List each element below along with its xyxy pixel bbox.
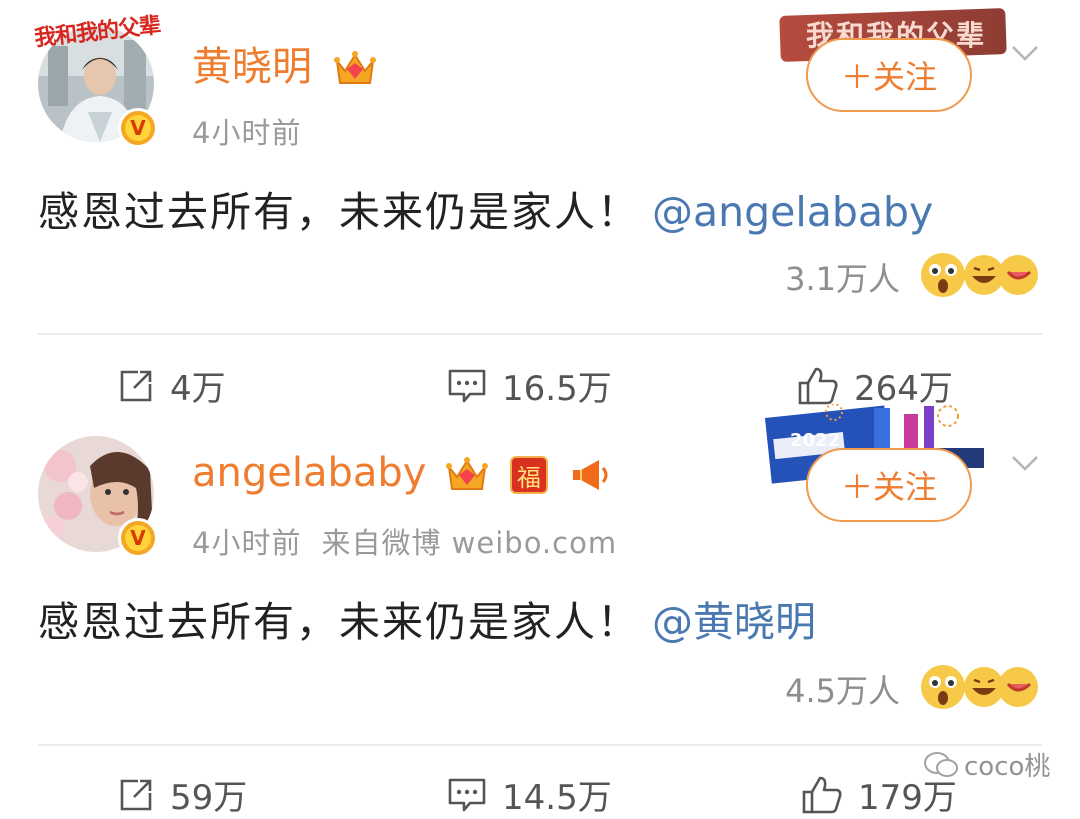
repost-button[interactable]: 4万 <box>116 361 226 410</box>
mention-link[interactable]: @黄晓明 <box>652 598 816 646</box>
repost-button[interactable]: 59万 <box>116 770 247 819</box>
like-count: 264万 <box>854 369 953 409</box>
comment-icon <box>448 369 486 402</box>
post-text: 感恩过去所有，未来仍是家人！ @黄晓明 <box>38 588 816 648</box>
chevron-down-icon[interactable] <box>1010 38 1040 68</box>
comment-icon <box>448 778 486 811</box>
reaction-emojis-icon[interactable] <box>918 250 1042 300</box>
mention-link[interactable]: @angelababy <box>652 188 933 236</box>
post-time: 4小时前 <box>192 526 302 560</box>
post-text-content: 感恩过去所有，未来仍是家人！ <box>38 188 640 236</box>
repost-count: 59万 <box>170 778 248 818</box>
crown-vip-icon <box>333 51 376 84</box>
repost-count: 4万 <box>170 369 226 409</box>
repost-icon <box>120 779 152 810</box>
post-source: 来自微博 weibo.com <box>321 526 618 560</box>
avatar-tag: 我和我的父辈 <box>33 13 162 52</box>
megaphone-icon <box>572 460 608 490</box>
post-time-source: 4小时前 来自微博 weibo.com <box>192 520 617 562</box>
post-text-content: 感恩过去所有，未来仍是家人！ <box>38 598 640 646</box>
verified-badge-icon: V <box>118 518 158 558</box>
wechat-icon <box>924 751 958 777</box>
fu-badge: 福 <box>509 456 548 494</box>
reaction-count[interactable]: 3.1万人 <box>785 254 900 300</box>
reaction-count[interactable]: 4.5万人 <box>785 666 900 712</box>
comment-count: 14.5万 <box>502 778 612 818</box>
thumbs-up-icon <box>802 776 842 813</box>
post-card-huang: 我和我的父辈 V 黄晓明 4小时前 我和我的父辈 ＋关注 感恩过去所有，未来仍是… <box>0 0 1080 410</box>
repost-icon <box>120 370 152 401</box>
follow-button[interactable]: ＋关注 <box>806 38 972 112</box>
chevron-down-icon[interactable] <box>1010 448 1040 478</box>
reaction-emojis-icon[interactable] <box>918 662 1042 712</box>
divider <box>38 744 1042 746</box>
post-text: 感恩过去所有，未来仍是家人！ @angelababy <box>38 178 933 238</box>
like-button[interactable]: 264万 <box>796 361 953 410</box>
author-name[interactable]: angelababy 福 <box>192 450 613 496</box>
verified-badge-icon: V <box>118 108 158 148</box>
author-name[interactable]: 黄晓明 <box>192 34 377 92</box>
watermark: coco桃 <box>924 746 1050 783</box>
follow-button[interactable]: ＋关注 <box>806 448 972 522</box>
comment-button[interactable]: 14.5万 <box>446 770 612 819</box>
author-name-text[interactable]: 黄晓明 <box>192 44 312 90</box>
comment-button[interactable]: 16.5万 <box>446 361 612 410</box>
banner-text: 2022 <box>790 430 841 451</box>
post-card-angelababy: V angelababy 福 4小时前 来自微博 weibo.com 2022 … <box>0 403 1080 818</box>
watermark-text: coco桃 <box>964 752 1051 782</box>
comment-count: 16.5万 <box>502 369 612 409</box>
thumbs-up-icon <box>798 367 838 404</box>
post-time: 4小时前 <box>192 116 302 150</box>
divider <box>38 333 1042 335</box>
author-name-text[interactable]: angelababy <box>192 450 426 496</box>
crown-vip-icon <box>446 457 489 490</box>
